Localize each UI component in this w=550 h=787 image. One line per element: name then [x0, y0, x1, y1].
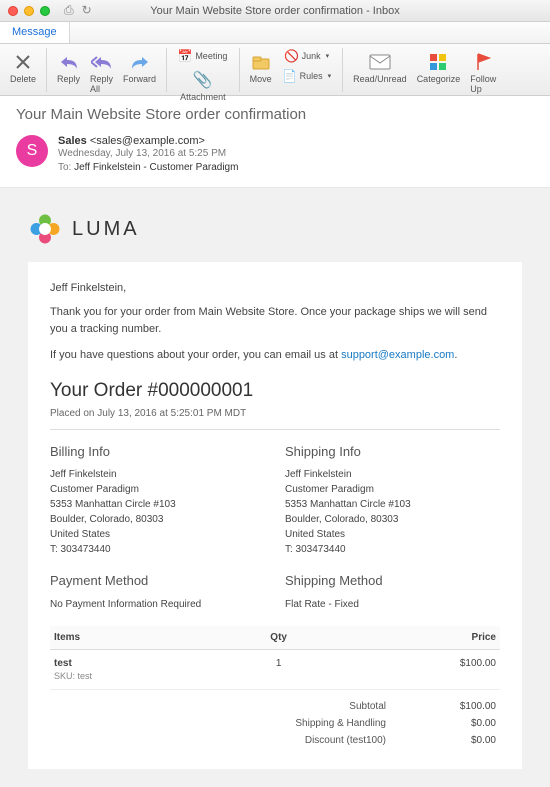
- delete-button[interactable]: Delete: [6, 48, 40, 87]
- to-value: Jeff Finkelstein - Customer Paradigm: [74, 162, 238, 173]
- rules-icon: 📄: [283, 69, 297, 83]
- junk-button[interactable]: 🚫Junk▾: [283, 48, 332, 64]
- email-body: LUMA Jeff Finkelstein, Thank you for you…: [0, 188, 550, 787]
- shipping-info: Shipping Info Jeff Finkelstein Customer …: [285, 442, 500, 558]
- payment-method: Payment Method No Payment Information Re…: [50, 571, 265, 612]
- support-paragraph: If you have questions about your order, …: [50, 347, 500, 364]
- delete-icon: [12, 51, 34, 73]
- luma-logo-icon: [28, 212, 62, 246]
- items-table: Items Qty Price testSKU: test 1 $100.00: [50, 626, 500, 690]
- rules-button[interactable]: 📄Rules▾: [281, 68, 334, 84]
- zoom-icon[interactable]: [40, 6, 50, 16]
- minimize-icon[interactable]: [24, 6, 34, 16]
- avatar: S: [16, 135, 48, 167]
- categorize-button[interactable]: Categorize: [413, 48, 465, 87]
- chevron-down-icon: ▾: [328, 72, 332, 80]
- email-subject: Your Main Website Store order confirmati…: [0, 96, 550, 129]
- chevron-down-icon: ▾: [326, 52, 330, 60]
- meeting-icon: 📅: [178, 49, 192, 63]
- mail-icon: [369, 51, 391, 73]
- table-row: testSKU: test 1 $100.00: [50, 649, 500, 689]
- close-icon[interactable]: [8, 6, 18, 16]
- email-header: S Sales <sales@example.com> Wednesday, J…: [0, 129, 550, 188]
- shipping-method: Shipping Method Flat Rate - Fixed: [285, 571, 500, 612]
- order-placed-date: Placed on July 13, 2016 at 5:25:01 PM MD…: [50, 404, 500, 430]
- to-label: To:: [58, 162, 71, 173]
- reply-all-icon: [91, 51, 113, 73]
- window-controls: [8, 6, 50, 16]
- email-date: Wednesday, July 13, 2016 at 5:25 PM: [58, 148, 238, 159]
- move-icon: [250, 51, 272, 73]
- intro-paragraph: Thank you for your order from Main Websi…: [50, 304, 500, 337]
- greeting: Jeff Finkelstein,: [50, 282, 500, 294]
- col-items: Items: [50, 626, 230, 650]
- order-heading: Your Order #000000001: [50, 380, 500, 402]
- ribbon-toolbar: Delete Reply Reply All Forward 📅Meeting …: [0, 44, 550, 96]
- print-icon[interactable]: ⎙: [64, 3, 74, 18]
- reply-button[interactable]: Reply: [53, 48, 84, 87]
- attachment-button[interactable]: 📎 Attachment: [176, 66, 230, 105]
- brand-name: LUMA: [72, 218, 140, 241]
- forward-button[interactable]: Forward: [119, 48, 160, 87]
- order-card: Jeff Finkelstein, Thank you for your ord…: [28, 262, 522, 769]
- sync-icon[interactable]: ↻: [82, 3, 92, 18]
- order-totals: Subtotal$100.00 Shipping & Handling$0.00…: [50, 698, 500, 749]
- forward-icon: [129, 51, 151, 73]
- tab-message[interactable]: Message: [0, 22, 70, 43]
- attachment-icon: 📎: [192, 69, 214, 91]
- reply-icon: [58, 51, 80, 73]
- move-button[interactable]: Move: [246, 48, 276, 87]
- support-email-link[interactable]: support@example.com: [341, 349, 454, 361]
- meeting-button[interactable]: 📅Meeting: [176, 48, 229, 64]
- reply-all-button[interactable]: Reply All: [86, 48, 117, 97]
- follow-up-button[interactable]: Follow Up: [466, 48, 500, 97]
- junk-icon: 🚫: [285, 49, 299, 63]
- flag-icon: [472, 51, 494, 73]
- window-titlebar: ⎙ ↻ Your Main Website Store order confir…: [0, 0, 550, 22]
- read-unread-button[interactable]: Read/Unread: [349, 48, 411, 87]
- col-price: Price: [327, 626, 500, 650]
- col-qty: Qty: [230, 626, 327, 650]
- categorize-icon: [427, 51, 449, 73]
- item-sku: SKU: test: [54, 671, 226, 681]
- brand-logo: LUMA: [28, 212, 522, 246]
- billing-info: Billing Info Jeff Finkelstein Customer P…: [50, 442, 265, 558]
- from-line: Sales <sales@example.com>: [58, 135, 238, 147]
- ribbon-tabbar: Message: [0, 22, 550, 44]
